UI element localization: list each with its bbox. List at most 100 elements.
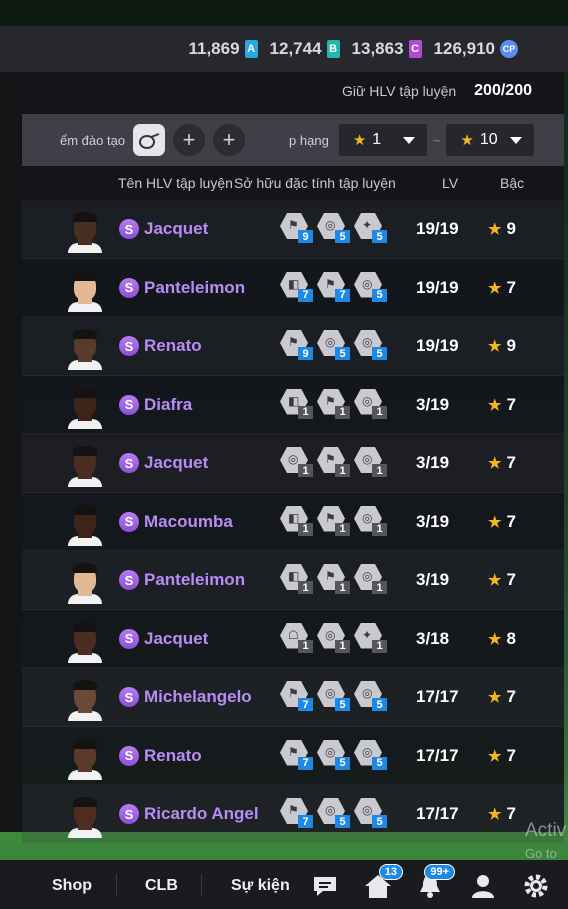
avatar [67, 504, 103, 546]
table-row[interactable]: S Ricardo Angel ⚑ 7 ◎ 5 ◎ 5 17/17 ★ 7 [22, 785, 564, 844]
trait-icon[interactable]: ⚑ 7 [280, 739, 313, 770]
star-icon: ★ [352, 132, 367, 149]
trait-icon[interactable]: ◎ 1 [280, 447, 313, 477]
nav-divider [116, 874, 117, 896]
table-row[interactable]: S Renato ⚑ 9 ◎ 5 ◎ 5 19/19 ★ 9 [22, 317, 564, 376]
table-row[interactable]: S Diafra ◧ 1 ⚑ 1 ◎ 1 3/19 ★ 7 [22, 376, 564, 434]
coach-name: Jacquet [144, 628, 209, 648]
trait-icon[interactable]: ◎ 5 [354, 330, 387, 360]
chat-icon[interactable] [310, 872, 340, 900]
rank-value: 7 [506, 453, 516, 472]
coach-rank: ★ 9 [488, 219, 516, 239]
nav-events[interactable]: Sự kiện [231, 877, 290, 895]
trait-level: 5 [335, 756, 350, 770]
trait-icon[interactable]: ◎ 5 [354, 739, 387, 770]
trait-icon[interactable]: ⚑ 7 [280, 681, 313, 711]
training-slot-card[interactable] [133, 124, 166, 156]
trait-level: 1 [298, 464, 313, 477]
trait-level: 5 [335, 815, 350, 828]
coach-rank: ★ 8 [488, 629, 516, 649]
trait-icon[interactable]: ◧ 1 [280, 388, 313, 419]
trait-icon[interactable]: ◎ 5 [354, 681, 387, 711]
header-rank[interactable]: Bậc [500, 175, 524, 191]
table-row[interactable]: S Jacquet ⚑ 9 ◎ 5 ✦ 5 19/19 ★ 9 [22, 200, 564, 259]
trait-icon[interactable]: ◎ 1 [317, 622, 350, 653]
trait-icon[interactable]: ◎ 5 [317, 330, 350, 360]
rank-value: 7 [506, 570, 516, 589]
trait-level: 5 [372, 288, 387, 302]
home-icon[interactable]: 13 [363, 864, 403, 900]
nav-shop[interactable]: Shop [52, 877, 92, 895]
coach-rank: ★ 9 [488, 336, 516, 356]
profile-icon[interactable] [468, 872, 498, 900]
trait-level: 1 [298, 581, 313, 594]
header-name[interactable]: Tên HLV tập luyện [118, 175, 233, 191]
nav-divider [201, 874, 202, 896]
table-row[interactable]: S Jacquet ◎ 1 ⚑ 1 ◎ 1 3/19 ★ 7 [22, 434, 564, 493]
rank-value: 7 [506, 511, 516, 531]
header-traits[interactable]: Sở hữu đặc tính tập luyện [234, 175, 396, 191]
trait-icon[interactable]: ◎ 1 [354, 505, 387, 536]
trait-icon[interactable]: ◎ 5 [354, 271, 387, 302]
trait-icon[interactable]: ☖ 1 [280, 622, 313, 653]
rank-max-select[interactable]: ★ 10 [446, 124, 535, 156]
trait-icon[interactable]: ⚑ 1 [317, 564, 350, 594]
table-row[interactable]: S Macoumba ◧ 1 ⚑ 1 ◎ 1 3/19 ★ 7 [22, 493, 564, 551]
trait-icon[interactable]: ⚑ 7 [317, 271, 350, 302]
coach-name: Diafra [144, 394, 193, 414]
coach-level: 3/19 [416, 453, 450, 472]
coach-level: 17/17 [416, 745, 459, 765]
trait-icon[interactable]: ✦ 5 [354, 213, 387, 243]
trait-list: ⚑ 7 ◎ 5 ◎ 5 [280, 798, 387, 828]
trait-level: 1 [298, 522, 313, 536]
header-lv[interactable]: LV [442, 175, 458, 191]
bell-icon[interactable]: 99+ [415, 864, 455, 900]
trait-icon[interactable]: ◎ 5 [317, 798, 350, 828]
avatar [67, 445, 103, 487]
trait-icon[interactable]: ◎ 5 [317, 681, 350, 711]
trait-level: 9 [298, 347, 313, 360]
keep-value: 200/200 [474, 82, 532, 99]
trait-icon[interactable]: ✦ 1 [354, 622, 387, 653]
trait-level: 1 [372, 639, 387, 653]
trait-icon[interactable]: ⚑ 7 [280, 798, 313, 828]
trait-icon[interactable]: ◧ 1 [280, 564, 313, 594]
trait-level: 7 [298, 288, 313, 302]
season-badge-icon: S [119, 745, 139, 766]
trait-icon[interactable]: ⚑ 1 [317, 505, 350, 536]
rank-separator: ~ [432, 132, 441, 148]
avatar [67, 738, 103, 780]
rank-min-select[interactable]: ★ 1 [338, 124, 427, 156]
coach-rank: ★ 7 [488, 395, 516, 415]
trait-icon[interactable]: ◎ 1 [354, 388, 387, 419]
table-row[interactable]: S Panteleimon ◧ 1 ⚑ 1 ◎ 1 3/19 ★ 7 [22, 551, 564, 610]
gear-icon[interactable] [521, 872, 551, 900]
trait-icon[interactable]: ◧ 1 [280, 505, 313, 536]
nav-club[interactable]: CLB [145, 877, 178, 895]
trait-icon[interactable]: ◎ 1 [354, 447, 387, 477]
coach-rank: ★ 7 [488, 804, 516, 824]
add-slot-button[interactable]: + [213, 124, 246, 156]
trait-icon[interactable]: ◧ 7 [280, 271, 313, 302]
trait-list: ◧ 1 ⚑ 1 ◎ 1 [280, 505, 387, 536]
star-icon: ★ [488, 513, 502, 531]
trait-icon[interactable]: ◎ 5 [317, 739, 350, 770]
add-slot-button[interactable]: + [173, 124, 206, 156]
trait-icon[interactable]: ◎ 5 [317, 213, 350, 243]
trait-icon[interactable]: ◎ 5 [354, 798, 387, 828]
trait-icon[interactable]: ⚑ 1 [317, 388, 350, 419]
trait-level: 9 [298, 230, 313, 243]
table-row[interactable]: S Panteleimon ◧ 7 ⚑ 7 ◎ 5 19/19 ★ 7 [22, 259, 564, 317]
table-row[interactable]: S Renato ⚑ 7 ◎ 5 ◎ 5 17/17 ★ 7 [22, 727, 564, 785]
trait-icon[interactable]: ⚑ 9 [280, 330, 313, 360]
trait-icon[interactable]: ◎ 1 [354, 564, 387, 594]
trait-icon[interactable]: ⚑ 1 [317, 447, 350, 477]
trait-list: ⚑ 9 ◎ 5 ◎ 5 [280, 330, 387, 360]
coach-level: 17/17 [416, 804, 459, 823]
notification-badge: 99+ [424, 864, 455, 880]
table-row[interactable]: S Jacquet ☖ 1 ◎ 1 ✦ 1 3/18 ★ 8 [22, 610, 564, 668]
season-badge-icon: S [119, 511, 139, 532]
trait-level: 1 [335, 581, 350, 594]
trait-icon[interactable]: ⚑ 9 [280, 213, 313, 243]
table-row[interactable]: S Michelangelo ⚑ 7 ◎ 5 ◎ 5 17/17 ★ 7 [22, 668, 564, 727]
